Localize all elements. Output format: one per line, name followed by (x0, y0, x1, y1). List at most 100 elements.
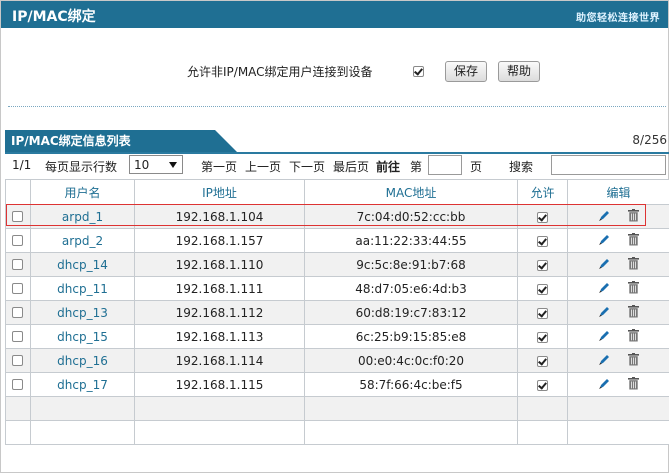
username-cell: arpd_1 (30, 204, 135, 229)
record-count: 8/256 (632, 133, 667, 147)
pencil-edit-icon[interactable] (598, 305, 611, 321)
empty-table-row (5, 420, 669, 445)
page-indicator: 1/1 (12, 158, 32, 172)
ip-cell: 192.168.1.113 (134, 324, 305, 349)
empty-cell (134, 396, 305, 421)
row-select-cell (5, 348, 31, 373)
row-select-cell (5, 228, 31, 253)
pencil-edit-icon[interactable] (598, 329, 611, 345)
pencil-edit-icon[interactable] (598, 353, 611, 369)
rows-per-page-select[interactable]: 10 (129, 155, 183, 174)
ip-cell: 192.168.1.104 (134, 204, 305, 229)
edit-cell (567, 300, 669, 325)
trash-icon[interactable] (628, 352, 640, 369)
allow-cell (517, 252, 568, 277)
page-suffix-label: 页 (470, 160, 483, 174)
trash-icon[interactable] (628, 232, 640, 249)
allow-checkbox[interactable] (537, 235, 548, 247)
mac-cell: aa:11:22:33:44:55 (304, 228, 518, 253)
mac-cell: 7c:04:d0:52:cc:bb (304, 204, 518, 229)
ip-cell: 192.168.1.112 (134, 300, 305, 325)
row-select-checkbox[interactable] (12, 379, 23, 390)
divider (8, 106, 666, 107)
pencil-edit-icon[interactable] (598, 377, 611, 393)
page-title: IP/MAC绑定 (12, 9, 96, 25)
row-select-cell (5, 300, 31, 325)
prev-page-link[interactable]: 上一页 (245, 158, 281, 175)
allow-unbound-label: 允许非IP/MAC绑定用户连接到设备 (187, 65, 373, 79)
search-input[interactable] (551, 155, 666, 175)
mac-cell: 6c:25:b9:15:85:e8 (304, 324, 518, 349)
allow-checkbox[interactable] (537, 307, 548, 319)
trash-icon[interactable] (628, 280, 640, 297)
edit-cell (567, 252, 669, 277)
trash-icon[interactable] (628, 256, 640, 273)
chevron-down-icon (169, 162, 177, 168)
mac-cell: 60:d8:19:c7:83:12 (304, 300, 518, 325)
row-select-checkbox[interactable] (12, 259, 23, 270)
pencil-edit-icon[interactable] (598, 233, 611, 249)
table-row[interactable]: dhcp_16 192.168.1.114 00:e0:4c:0c:f0:20 (5, 348, 669, 373)
row-select-checkbox[interactable] (12, 211, 23, 222)
brand-slogan: 助您轻松连接世界 (576, 13, 660, 24)
trash-icon[interactable] (628, 208, 640, 225)
row-select-checkbox[interactable] (12, 355, 23, 366)
next-page-link[interactable]: 下一页 (289, 158, 325, 175)
allow-checkbox[interactable] (537, 331, 548, 343)
row-select-checkbox[interactable] (12, 307, 23, 318)
row-select-checkbox[interactable] (12, 235, 23, 246)
trash-icon[interactable] (628, 376, 640, 393)
help-button[interactable]: 帮助 (498, 61, 540, 82)
row-select-cell (5, 324, 31, 349)
allow-cell (517, 228, 568, 253)
trash-icon[interactable] (628, 328, 640, 345)
allow-checkbox[interactable] (537, 355, 548, 367)
top-bar: IP/MAC绑定 助您轻松连接世界 (1, 1, 668, 28)
first-page-link[interactable]: 第一页 (201, 158, 237, 175)
table-row[interactable]: arpd_1 192.168.1.104 7c:04:d0:52:cc:bb (5, 204, 669, 229)
tab-binding-list[interactable]: IP/MAC绑定信息列表 (5, 130, 237, 152)
select-column-header (5, 179, 31, 205)
table-row[interactable]: dhcp_17 192.168.1.115 58:7f:66:4c:be:f5 (5, 372, 669, 397)
save-button[interactable]: 保存 (445, 61, 487, 82)
allow-checkbox[interactable] (537, 379, 548, 391)
row-select-checkbox[interactable] (12, 283, 23, 294)
empty-cell (567, 420, 669, 445)
edit-cell (567, 348, 669, 373)
trash-icon[interactable] (628, 304, 640, 321)
pencil-edit-icon[interactable] (598, 209, 611, 225)
empty-cell (304, 420, 518, 445)
table-row[interactable]: arpd_2 192.168.1.157 aa:11:22:33:44:55 (5, 228, 669, 253)
row-select-cell (5, 252, 31, 277)
table-row[interactable]: dhcp_13 192.168.1.112 60:d8:19:c7:83:12 (5, 300, 669, 325)
mac-cell: 48:d7:05:e6:4d:b3 (304, 276, 518, 301)
allow-unbound-checkbox[interactable] (413, 66, 424, 77)
column-header-edit: 编辑 (567, 179, 669, 205)
mac-cell: 58:7f:66:4c:be:f5 (304, 372, 518, 397)
ip-cell: 192.168.1.157 (134, 228, 305, 253)
empty-table-row (5, 396, 669, 421)
table-header-row: 用户名 IP地址 MAC地址 允许 编辑 (5, 179, 669, 205)
table-row[interactable]: dhcp_11 192.168.1.111 48:d7:05:e6:4d:b3 (5, 276, 669, 301)
last-page-link[interactable]: 最后页 (333, 158, 369, 175)
page-number-input[interactable] (428, 155, 462, 175)
allow-checkbox[interactable] (537, 211, 548, 223)
goto-button[interactable]: 前往 (376, 158, 400, 175)
username-cell: dhcp_16 (30, 348, 135, 373)
allow-cell (517, 276, 568, 301)
pencil-edit-icon[interactable] (598, 257, 611, 273)
table-row[interactable]: dhcp_14 192.168.1.110 9c:5c:8e:91:b7:68 (5, 252, 669, 277)
page-prefix-label: 第 (410, 160, 423, 174)
empty-cell (517, 420, 568, 445)
ip-cell: 192.168.1.110 (134, 252, 305, 277)
column-header-ip: IP地址 (134, 179, 305, 205)
empty-cell (30, 420, 135, 445)
allow-checkbox[interactable] (537, 283, 548, 295)
column-header-mac: MAC地址 (304, 179, 518, 205)
row-select-checkbox[interactable] (12, 331, 23, 342)
allow-cell (517, 204, 568, 229)
edit-cell (567, 324, 669, 349)
pencil-edit-icon[interactable] (598, 281, 611, 297)
allow-checkbox[interactable] (537, 259, 548, 271)
table-row[interactable]: dhcp_15 192.168.1.113 6c:25:b9:15:85:e8 (5, 324, 669, 349)
